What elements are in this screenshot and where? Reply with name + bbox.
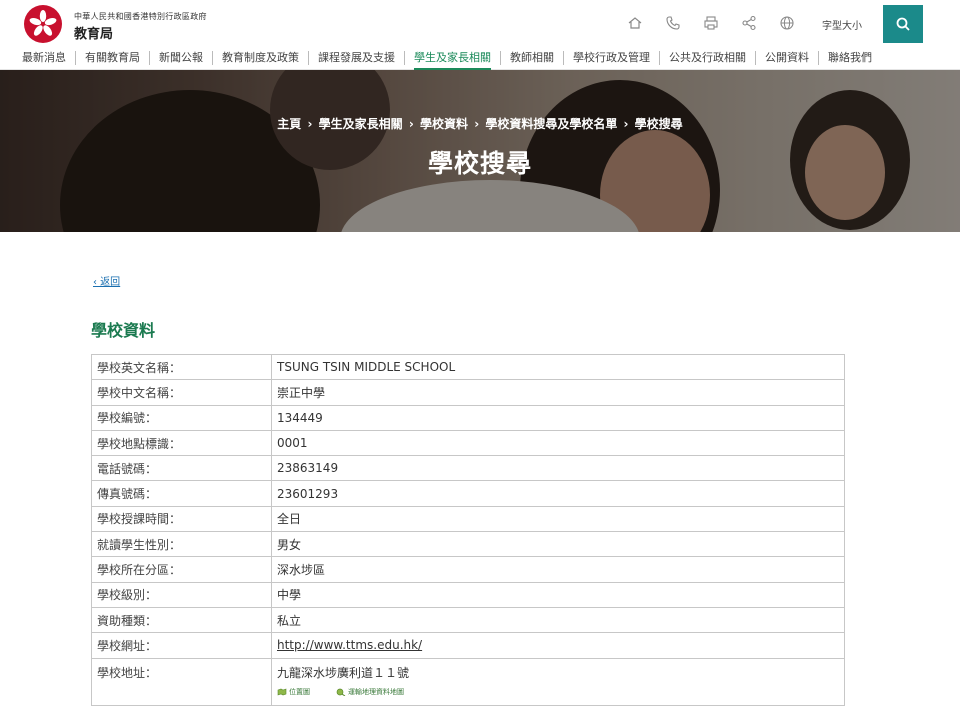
map-links: 位置圖 運輸地理資料地圖 [277,687,839,697]
breadcrumb-current: 學校搜尋 [634,117,683,131]
school-website-link[interactable]: http://www.ttms.edu.hk/ [277,638,422,652]
row-value: 私立 [271,606,845,634]
row-label: 學校網址： [91,632,272,659]
section-title: 學校資料 [91,321,156,340]
table-row: 學校地址： 九龍深水埗廣利道１１號 位置圖 運輸地理資料地圖 [91,657,845,706]
breadcrumb-school-info[interactable]: 學校資料 [420,117,468,131]
row-value: 男女 [271,531,845,558]
breadcrumb-separator: › [307,117,313,131]
row-label: 學校所在分區： [91,556,272,583]
breadcrumb-home[interactable]: 主頁 [277,117,301,131]
school-address: 九龍深水埗廣利道１１號 [277,665,410,680]
row-label: 電話號碼： [91,455,272,482]
nav-item-open-data[interactable]: 公開資料 [755,50,818,65]
table-row: 學校中文名稱： 崇正中學 [91,379,845,406]
page-title: 學校搜尋 [427,149,532,178]
page-banner: 主頁 › 學生及家長相關 › 學校資料 › 學校資料搜尋及學校名單 › 學校搜尋… [0,70,960,232]
row-label: 資助種類： [91,606,272,634]
table-row: 學校英文名稱： TSUNG TSIN MIDDLE SCHOOL [91,353,845,381]
nav-item-students-parents[interactable]: 學生及家長相關 [404,50,500,70]
row-label: 學校英文名稱： [91,353,272,381]
magnifier-map-icon [336,688,346,696]
row-label: 學校中文名稱： [91,379,272,406]
map-icon [277,688,287,695]
geo-info-map-link[interactable]: 運輸地理資料地圖 [336,687,404,697]
table-row: 學校所在分區： 深水埗區 [91,556,845,583]
table-row: 學校地點標識： 0001 [91,429,845,457]
row-value-cell: http://www.ttms.edu.hk/ [271,632,845,659]
row-label: 學校級別： [91,581,272,608]
nav-item-latest-news[interactable]: 最新消息 [0,51,75,65]
nav-item-school-admin[interactable]: 學校行政及管理 [563,50,659,65]
table-row: 學校授課時間： 全日 [91,505,845,533]
font-size-toggle[interactable]: 字型大小 [822,17,862,32]
school-info-table: 學校英文名稱： TSUNG TSIN MIDDLE SCHOOL 學校中文名稱：崇… [91,353,845,706]
row-value: TSUNG TSIN MIDDLE SCHOOL [271,353,845,381]
search-button[interactable] [883,5,923,43]
row-value-cell: 九龍深水埗廣利道１１號 位置圖 運輸地理資料地圖 [271,657,845,706]
row-value: 全日 [271,505,845,533]
globe-icon[interactable] [772,12,802,34]
table-row: 資助種類： 私立 [91,606,845,634]
nav-item-public-admin[interactable]: 公共及行政相關 [659,50,755,65]
nav-item-education-system[interactable]: 教育制度及政策 [212,50,308,65]
nav-item-contact-us[interactable]: 聯絡我們 [818,50,881,65]
row-value: 0001 [271,429,845,457]
row-value: 134449 [271,404,845,431]
breadcrumb-students-parents[interactable]: 學生及家長相關 [319,117,403,131]
row-label: 學校授課時間： [91,505,272,533]
table-row: 就讀學生性別： 男女 [91,531,845,558]
row-label: 學校地址： [91,657,272,706]
table-row: 電話號碼： 23863149 [91,455,845,482]
top-header: 中華人民共和國香港特別行政區政府 教育局 字型大小 [0,0,960,45]
row-value: 23863149 [271,455,845,482]
row-label: 學校地點標識： [91,429,272,457]
government-name: 中華人民共和國香港特別行政區政府 [74,12,207,21]
nav-item-about-edb[interactable]: 有關教育局 [75,50,149,65]
back-link[interactable]: ‹ 返回 [93,273,120,288]
row-value: 23601293 [271,480,845,507]
location-map-label: 位置圖 [289,687,310,696]
header-tools [620,12,810,34]
breadcrumb: 主頁 › 學生及家長相關 › 學校資料 › 學校資料搜尋及學校名單 › 學校搜尋 [0,115,960,132]
table-row: 學校編號： 134449 [91,404,845,431]
hksar-emblem-logo[interactable] [24,5,62,43]
bureau-name[interactable]: 教育局 [74,23,113,42]
print-icon[interactable] [696,12,726,34]
share-icon[interactable] [734,12,764,34]
row-label: 學校編號： [91,404,272,431]
nav-item-press-releases[interactable]: 新聞公報 [149,50,212,65]
nav-item-curriculum[interactable]: 課程發展及支援 [308,50,404,65]
breadcrumb-separator: › [623,117,629,131]
phone-icon[interactable] [658,12,688,34]
breadcrumb-separator: › [408,117,414,131]
table-row: 學校網址： http://www.ttms.edu.hk/ [91,632,845,659]
row-value: 崇正中學 [271,379,845,406]
breadcrumb-school-search-list[interactable]: 學校資料搜尋及學校名單 [485,117,617,131]
main-navigation: 最新消息 有關教育局 新聞公報 教育制度及政策 課程發展及支援 學生及家長相關 … [0,46,960,70]
table-row: 傳真號碼： 23601293 [91,480,845,507]
row-value: 中學 [271,581,845,608]
breadcrumb-separator: › [474,117,480,131]
row-label: 傳真號碼： [91,480,272,507]
home-icon[interactable] [620,12,650,34]
location-map-link[interactable]: 位置圖 [277,687,310,697]
nav-item-teachers[interactable]: 教師相關 [500,50,563,65]
row-label: 就讀學生性別： [91,531,272,558]
geo-info-map-label: 運輸地理資料地圖 [348,687,404,696]
search-icon [896,17,910,31]
row-value: 深水埗區 [271,556,845,583]
table-row: 學校級別： 中學 [91,581,845,608]
